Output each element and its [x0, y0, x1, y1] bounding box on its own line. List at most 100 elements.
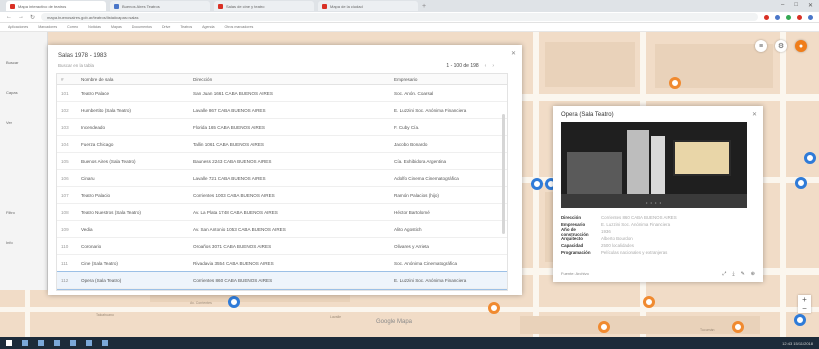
- theater-marker[interactable]: [598, 321, 610, 333]
- photo-building: [627, 130, 649, 200]
- table-row[interactable]: 110 Coronario Oroaños 3071 CABA BUENOS A…: [57, 238, 507, 255]
- extension-icon[interactable]: [786, 14, 791, 20]
- street-label: Av. Corrientes: [190, 301, 212, 305]
- column-header-owner[interactable]: Empresario: [390, 77, 507, 82]
- bookmark-item[interactable]: Teatros: [180, 25, 192, 29]
- start-icon[interactable]: [6, 340, 12, 346]
- theater-photo[interactable]: • • • •: [561, 122, 747, 208]
- table-row[interactable]: 102 Humbertito (Sala Teatro) Lavalle 867…: [57, 102, 507, 119]
- locate-icon[interactable]: ⊕: [751, 271, 755, 277]
- bookmark-item[interactable]: Otros marcadores: [225, 25, 254, 29]
- rail-item[interactable]: Info: [6, 240, 13, 245]
- edit-icon[interactable]: ✎: [741, 271, 745, 277]
- extension-icon[interactable]: [797, 14, 802, 20]
- rail-item[interactable]: Capas: [6, 90, 18, 95]
- column-header-address[interactable]: Dirección: [189, 77, 390, 82]
- table-row[interactable]: 104 Fuerza Chicago Tallin 1061 CABA BUEN…: [57, 136, 507, 153]
- taskbar-app-icon[interactable]: [102, 340, 108, 346]
- cell-address: Bauness 2243 CABA BUENOS AIRES: [193, 158, 272, 164]
- taskbar-app-icon[interactable]: [54, 340, 60, 346]
- browser-tab[interactable]: Mapa interactivo de teatros: [6, 1, 106, 11]
- next-page-icon[interactable]: ›: [492, 63, 494, 69]
- forward-button[interactable]: →: [18, 14, 24, 20]
- table-row[interactable]: 109 Vedia Av. San Antonio 1053 CABA BUEN…: [57, 221, 507, 238]
- taskbar-app-icon[interactable]: [22, 340, 28, 346]
- maximize-button[interactable]: □: [794, 2, 798, 9]
- cell-num: 103: [61, 124, 69, 130]
- cell-name: Teatro Nuestros (Sala Teatro): [81, 209, 141, 215]
- taskbar-app-icon[interactable]: [70, 340, 76, 346]
- table-row[interactable]: 107 Teatro Palacio Corrientes 1003 CABA …: [57, 187, 507, 204]
- tab-label: Mapa de la ciudad: [330, 3, 363, 9]
- theater-marker-blue[interactable]: [531, 178, 543, 190]
- prev-page-icon[interactable]: ‹: [485, 63, 487, 69]
- theater-marker-blue[interactable]: [794, 314, 806, 326]
- new-tab-button[interactable]: +: [422, 3, 426, 10]
- user-icon[interactable]: ●: [795, 40, 807, 52]
- table-row-selected[interactable]: 112 Opera (Sala Teatro) Corrientes 860 C…: [57, 271, 507, 290]
- table-row[interactable]: 103 Incendeado Florida 165 CABA BUENOS A…: [57, 119, 507, 136]
- browser-tab[interactable]: Salas de cine y teatro: [214, 1, 314, 11]
- list-icon[interactable]: ≡: [755, 40, 767, 52]
- theater-marker[interactable]: [732, 321, 744, 333]
- minimize-button[interactable]: –: [781, 2, 784, 9]
- pager: 1 - 100 de 198 ‹ ›: [446, 63, 494, 69]
- zoom-out-button[interactable]: −: [802, 304, 807, 313]
- close-window-button[interactable]: ✕: [808, 2, 813, 9]
- bookmark-item[interactable]: Correo: [67, 25, 78, 29]
- column-header-num[interactable]: #: [57, 77, 77, 82]
- profile-icon[interactable]: [808, 14, 813, 20]
- browser-tab[interactable]: Mapa de la ciudad: [318, 1, 418, 11]
- zoom-in-button[interactable]: +: [802, 295, 807, 304]
- cell-num: 112: [61, 277, 69, 283]
- field-label: Año de construcción: [561, 226, 589, 237]
- bookmark-item[interactable]: Noticias: [88, 25, 101, 29]
- extension-icon[interactable]: [775, 14, 780, 20]
- table-row[interactable]: 106 Cinaru Lavalle 721 CABA BUENOS AIRES…: [57, 170, 507, 187]
- bookmark-item[interactable]: Mapas: [111, 25, 122, 29]
- download-icon[interactable]: ⤓: [732, 271, 734, 277]
- url-input[interactable]: mapa.buenosaires.gob.ar/teatros/lista#ca…: [41, 13, 758, 21]
- back-button[interactable]: ←: [6, 14, 12, 20]
- favicon-icon: [10, 3, 15, 9]
- field-value: Alberto Bourdon: [601, 236, 633, 241]
- card-field: Año de construcción 1936: [561, 226, 751, 237]
- table-row[interactable]: 105 Buenos Aires (Sala Teatro) Bauness 2…: [57, 153, 507, 170]
- map-watermark: Google Mapa: [376, 319, 413, 325]
- close-icon[interactable]: ✕: [752, 111, 757, 118]
- photo-pager[interactable]: • • • •: [561, 200, 747, 205]
- table-row[interactable]: 111 Cine (Sala Teatro) Rivadavia 3554 CA…: [57, 255, 507, 272]
- column-header-name[interactable]: Nombre de sala: [77, 77, 189, 82]
- table-scrollbar[interactable]: [502, 114, 505, 234]
- bookmark-item[interactable]: Documentos: [132, 25, 152, 29]
- rail-item[interactable]: Filtro: [6, 210, 15, 215]
- table-search-input[interactable]: Buscar en la tabla: [58, 63, 94, 68]
- settings-icon[interactable]: ⚙: [775, 40, 787, 52]
- theater-marker-blue[interactable]: [228, 296, 240, 308]
- theater-marker[interactable]: [643, 296, 655, 308]
- theater-marker-blue[interactable]: [804, 152, 816, 164]
- rail-item[interactable]: Buscar: [6, 60, 18, 65]
- taskbar-app-icon[interactable]: [38, 340, 44, 346]
- extension-icon[interactable]: [764, 14, 769, 20]
- bookmark-item[interactable]: Drive: [162, 25, 170, 29]
- close-icon[interactable]: ✕: [511, 50, 516, 57]
- taskbar-app-icon[interactable]: [86, 340, 92, 346]
- theater-marker-blue[interactable]: [795, 177, 807, 189]
- table-row[interactable]: 108 Teatro Nuestros (Sala Teatro) Av. La…: [57, 204, 507, 221]
- bookmark-item[interactable]: Agenda: [202, 25, 214, 29]
- theater-marker[interactable]: [669, 77, 681, 89]
- theater-table: # Nombre de sala Dirección Empresario 10…: [56, 73, 508, 291]
- expand-icon[interactable]: ⤢: [722, 271, 726, 277]
- card-source-link[interactable]: Fuente: Archivo: [561, 271, 589, 277]
- cell-num: 108: [61, 209, 69, 215]
- bookmark-item[interactable]: Marcadores: [38, 25, 57, 29]
- rail-item[interactable]: Ver: [6, 120, 12, 125]
- table-row[interactable]: 101 Teatro Palace San Juan 1661 CABA BUE…: [57, 85, 507, 102]
- cell-address: Av. San Antonio 1053 CABA BUENOS AIRES: [193, 226, 286, 232]
- reload-button[interactable]: ↻: [30, 14, 35, 21]
- theater-marker[interactable]: [488, 302, 500, 314]
- bookmark-item[interactable]: Aplicaciones: [8, 25, 28, 29]
- cell-address: Lavalle 867 CABA BUENOS AIRES: [193, 107, 266, 113]
- browser-tab[interactable]: Buenos Aires Teatros: [110, 1, 210, 11]
